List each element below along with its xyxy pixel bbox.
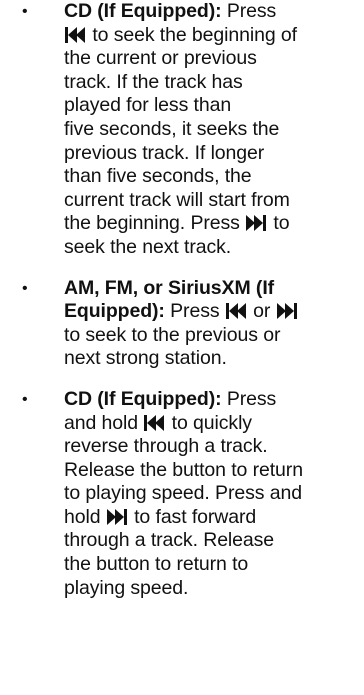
body-text: to fast forward [128,505,257,528]
text-line: track. If the track has [64,70,243,93]
seek-forward-icon [106,508,128,525]
body-text: Press [164,300,225,323]
list-item: • AM, FM, or SiriusXM (If Equipped): Pre… [0,277,364,371]
text-line: the beginning. Press to [64,212,360,236]
text-line: played for less than [64,94,232,117]
body-text: or [247,300,276,323]
text-line: and hold to quickly [64,412,360,436]
bullet-marker: • [22,279,28,297]
body-text: Press [221,387,277,410]
seek-forward-icon [246,215,267,232]
item-lead: CD (If Equipped): [64,0,222,22]
instruction-list: • CD (If Equipped): Press to seek the be… [0,0,364,600]
list-item: • CD (If Equipped): Press to seek the be… [0,0,364,260]
bullet-marker: • [22,3,28,20]
body-text: the beginning. Press [64,212,246,235]
seek-forward-icon [276,303,298,320]
text-line: CD (If Equipped): Press [64,388,360,412]
text-line: seek the next track. [64,235,232,258]
text-line: playing speed. [64,576,189,599]
seek-back-icon [225,303,247,320]
item-lead: Equipped): [64,300,165,323]
text-line: the current or previous [64,47,257,70]
body-text: to [268,212,290,235]
text-line: previous track. If longer [64,141,265,164]
text-line: Equipped): Press or [64,300,360,324]
body-text: and hold [64,411,144,434]
text-line: current track will start from [64,188,290,211]
seek-back-icon [65,26,86,43]
text-line: next strong station. [64,347,227,370]
text-line: five seconds, it seeks the [64,117,280,140]
text-line: than five seconds, the [64,165,252,188]
text-line: hold to fast forward [64,506,360,530]
text-line: CD (If Equipped): Press [64,0,360,24]
bullet-marker: • [22,390,28,408]
text-line: reverse through a track. [64,435,268,458]
body-text: Press [221,0,277,22]
text-line: to playing speed. Press and [64,482,302,505]
body-text: to seek the beginning of [87,23,297,46]
text-line: through a track. Release [64,529,275,552]
text-line: Release the button to return [64,458,303,481]
text-line: to seek to the previous or [64,323,281,346]
body-text: to quickly [166,411,252,434]
body-text: hold [64,505,106,528]
item-lead: CD (If Equipped): [64,387,222,410]
item-lead: AM, FM, or SiriusXM (If [64,276,275,299]
text-line: the button to return to [64,553,249,576]
text-line: to seek the beginning of [64,24,360,48]
list-item: • CD (If Equipped): Press and hold to qu… [0,388,364,600]
seek-back-icon [144,414,165,431]
